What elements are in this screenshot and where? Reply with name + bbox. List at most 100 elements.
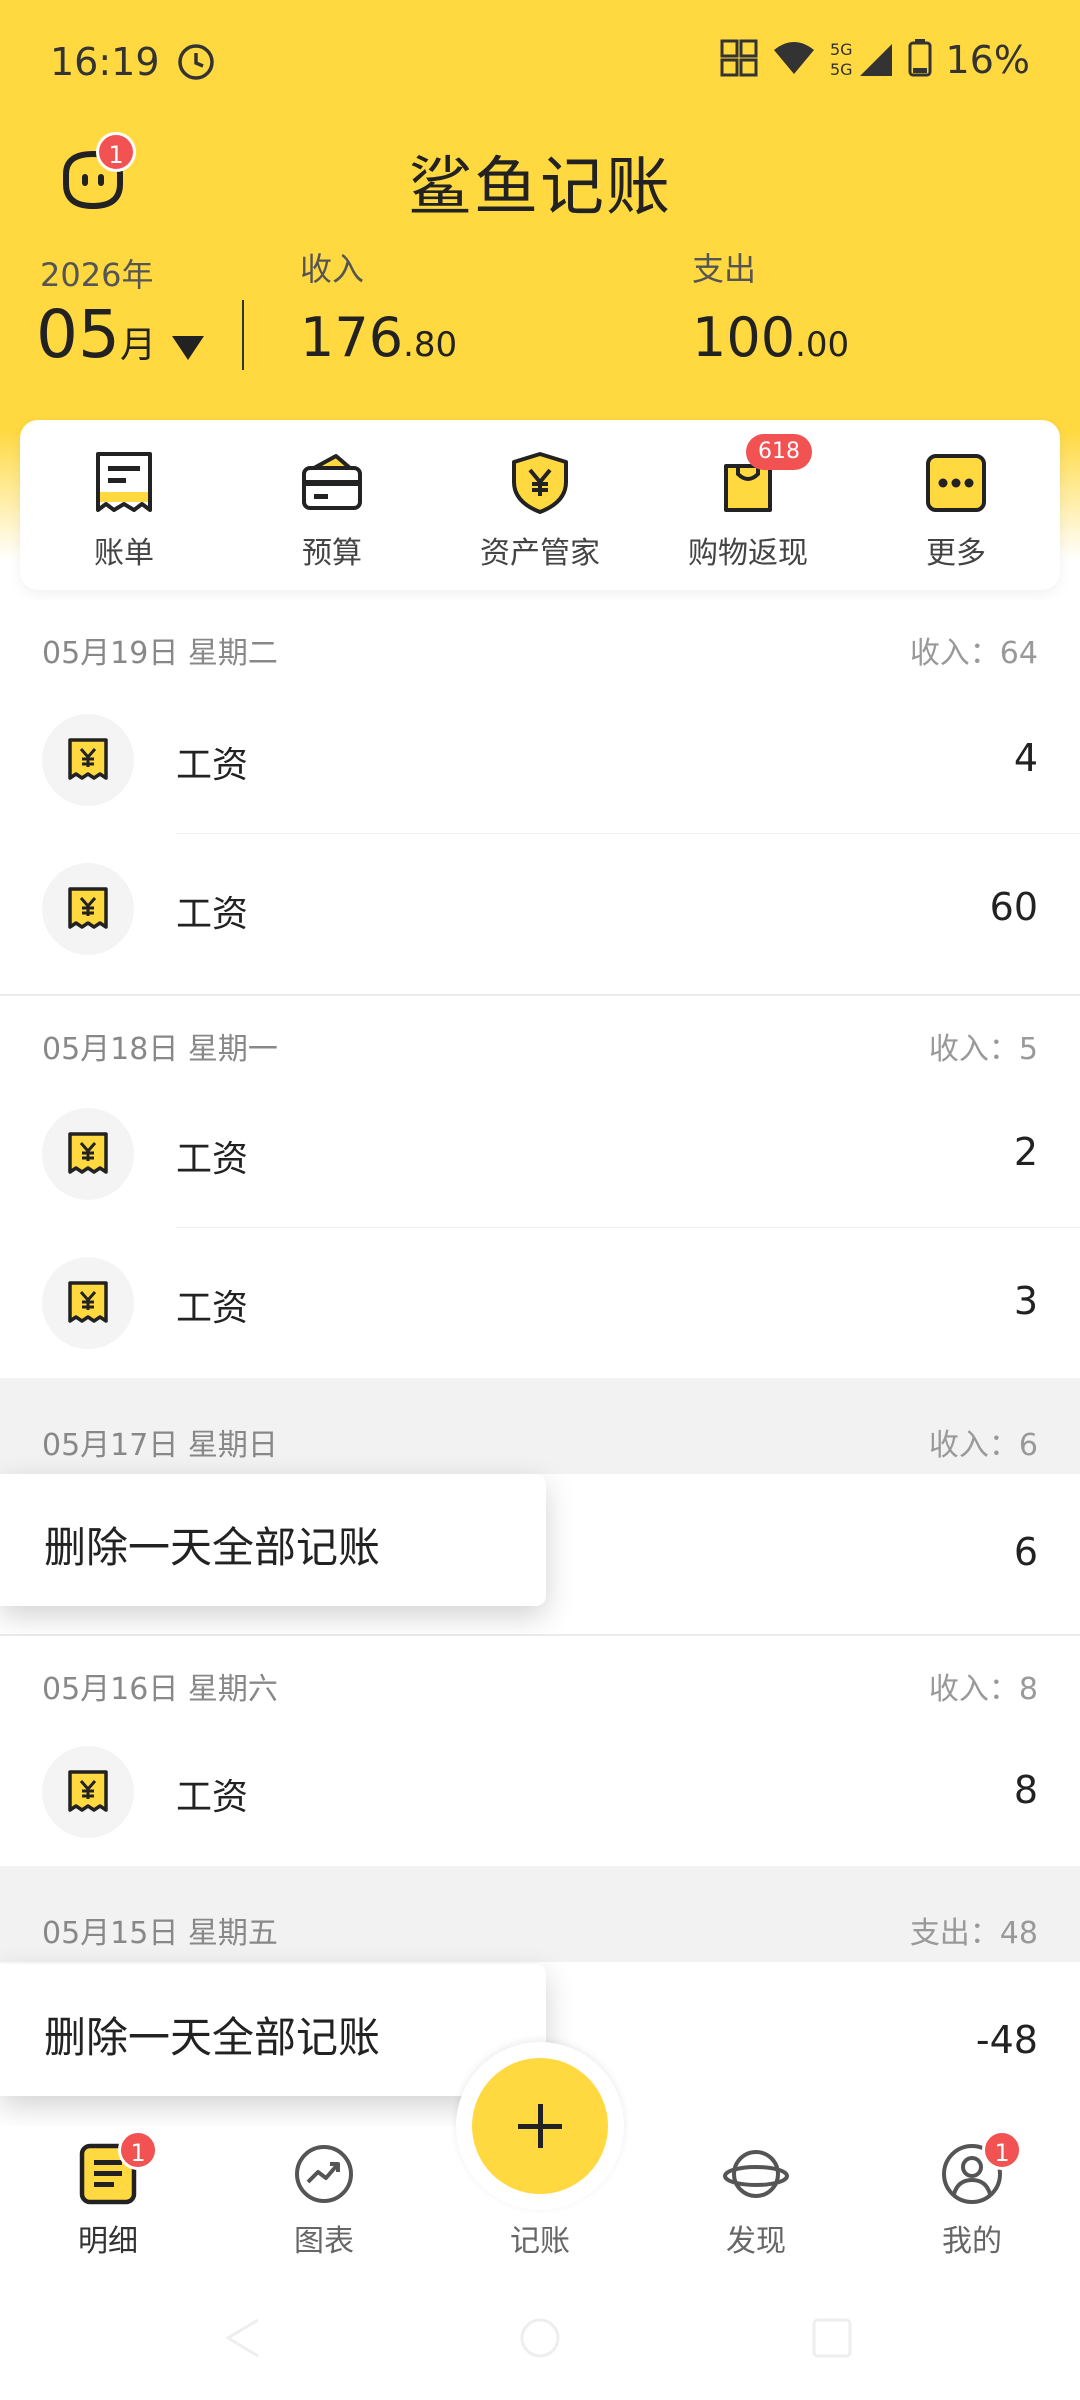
- delete-day-popup[interactable]: 删除一天全部记账: [0, 1474, 546, 1606]
- battery-percent: 16%: [945, 38, 1030, 82]
- day-header[interactable]: 05月19日 星期二 收入：64: [0, 600, 1080, 692]
- row-divider: [176, 1227, 1080, 1228]
- planet-icon: [723, 2150, 789, 2198]
- menu-label: 预算: [302, 536, 362, 571]
- nav-label: 记账: [510, 2224, 570, 2259]
- day-summary: 收入：6: [928, 1428, 1038, 1463]
- svg-text:5G: 5G: [830, 40, 853, 59]
- status-time: 16:19: [50, 40, 160, 84]
- transaction-amount: 4: [1013, 736, 1038, 780]
- nav-label: 发现: [726, 2224, 786, 2259]
- transaction-category: 工资: [176, 894, 249, 935]
- profile-badge: 1: [982, 2130, 1022, 2170]
- expense-integer: 100: [692, 306, 796, 369]
- day-summary: 支出：48: [909, 1916, 1038, 1951]
- day-date: 05月18日 星期一: [42, 1032, 278, 1067]
- day-date: 05月16日 星期六: [42, 1672, 278, 1707]
- salary-receipt-icon: [68, 1132, 108, 1174]
- transaction-amount: 2: [1013, 1130, 1038, 1174]
- income-total: 176.80: [300, 306, 457, 369]
- menu-item-budget[interactable]: 预算: [228, 420, 436, 590]
- day-gap: [0, 1378, 1080, 1392]
- expense-decimal: .00: [795, 325, 850, 365]
- dropdown-arrow-icon[interactable]: [172, 336, 204, 360]
- menu-label: 账单: [94, 536, 154, 571]
- menu-item-more[interactable]: 更多: [852, 420, 1060, 590]
- home-icon[interactable]: [518, 2316, 562, 2360]
- nav-label: 我的: [942, 2224, 1002, 2259]
- day-date: 05月17日 星期日: [42, 1428, 278, 1463]
- menu-label: 资产管家: [480, 536, 600, 571]
- data-saver-icon: [720, 39, 758, 81]
- category-icon-circle: [42, 714, 134, 806]
- cellular-5g-icon: 5G 5G: [830, 38, 894, 82]
- app-title: 鲨鱼记账: [408, 151, 672, 225]
- nav-label: 明细: [78, 2224, 138, 2259]
- bill-icon: [96, 452, 152, 512]
- expense-total: 100.00: [692, 306, 849, 369]
- category-icon-circle: [42, 1746, 134, 1838]
- month-picker[interactable]: 05月: [36, 296, 156, 373]
- day-header[interactable]: 05月17日 星期日 收入：6: [0, 1392, 1080, 1484]
- more-icon: [926, 454, 986, 512]
- category-icon-circle: [42, 863, 134, 955]
- day-header[interactable]: 05月16日 星期六 收入：8: [0, 1636, 1080, 1728]
- recents-icon[interactable]: [810, 2316, 854, 2360]
- delete-day-popup[interactable]: 删除一天全部记账: [0, 1964, 546, 2096]
- menu-label: 购物返现: [688, 536, 808, 571]
- details-badge: 1: [118, 2130, 158, 2170]
- status-right-group: 5G 5G 16%: [720, 38, 1030, 82]
- chart-trend-icon: [295, 2145, 353, 2203]
- expense-label: 支出: [692, 250, 757, 288]
- category-icon-circle: [42, 1108, 134, 1200]
- income-integer: 176: [300, 306, 404, 369]
- delete-day-option[interactable]: 删除一天全部记账: [44, 2004, 380, 2065]
- transaction-amount: 8: [1013, 1768, 1038, 1812]
- year-label: 2026年: [40, 256, 154, 294]
- system-nav-bar: [0, 2276, 1080, 2400]
- shopping-badge: 618: [746, 434, 812, 470]
- transaction-row[interactable]: 工资 8: [0, 1718, 1080, 1866]
- row-divider: [176, 833, 1080, 834]
- day-summary: 收入：8: [928, 1672, 1038, 1707]
- transaction-row[interactable]: 工资 4: [0, 686, 1080, 834]
- day-header[interactable]: 05月15日 星期五 支出：48: [0, 1880, 1080, 1972]
- divider: [242, 300, 244, 370]
- alarm-clock-icon: [176, 42, 216, 86]
- transaction-row[interactable]: 工资 3: [0, 1229, 1080, 1377]
- salary-receipt-icon: [68, 887, 108, 929]
- transaction-row[interactable]: 工资 60: [0, 835, 1080, 983]
- add-record-button[interactable]: [472, 2058, 608, 2194]
- salary-receipt-icon: [68, 738, 108, 780]
- transaction-category: 工资: [176, 745, 249, 786]
- salary-receipt-icon: [68, 1770, 108, 1812]
- day-header[interactable]: 05月18日 星期一 收入：5: [0, 996, 1080, 1088]
- day-date: 05月19日 星期二: [42, 636, 278, 671]
- transaction-amount: 6: [1013, 1530, 1038, 1574]
- transaction-category: 工资: [176, 1139, 249, 1180]
- delete-day-option[interactable]: 删除一天全部记账: [44, 1514, 380, 1575]
- shield-yen-icon: [512, 452, 568, 514]
- menu-item-bill[interactable]: 账单: [20, 420, 228, 590]
- quick-menu: 账单 预算 资产管家 购物返现 更多: [20, 420, 1060, 590]
- wifi-icon: [772, 40, 816, 80]
- menu-label: 更多: [926, 536, 986, 571]
- wallet-icon: [302, 454, 362, 510]
- month-unit: 月: [119, 325, 156, 366]
- battery-icon: [908, 39, 932, 81]
- menu-item-asset-manager[interactable]: 资产管家: [436, 420, 644, 590]
- income-decimal: .80: [403, 325, 458, 365]
- day-summary: 收入：64: [909, 636, 1038, 671]
- back-icon[interactable]: [222, 2316, 262, 2360]
- day-summary: 收入：5: [928, 1032, 1038, 1067]
- transaction-amount: -48: [975, 2018, 1038, 2062]
- transaction-amount: 60: [989, 885, 1038, 929]
- transaction-amount: 3: [1013, 1279, 1038, 1323]
- category-icon-circle: [42, 1257, 134, 1349]
- salary-receipt-icon: [68, 1281, 108, 1323]
- month-value: 05: [36, 296, 120, 373]
- svg-text:5G: 5G: [830, 60, 853, 78]
- transaction-row[interactable]: 工资 2: [0, 1080, 1080, 1228]
- transaction-category: 工资: [176, 1288, 249, 1329]
- day-date: 05月15日 星期五: [42, 1916, 278, 1951]
